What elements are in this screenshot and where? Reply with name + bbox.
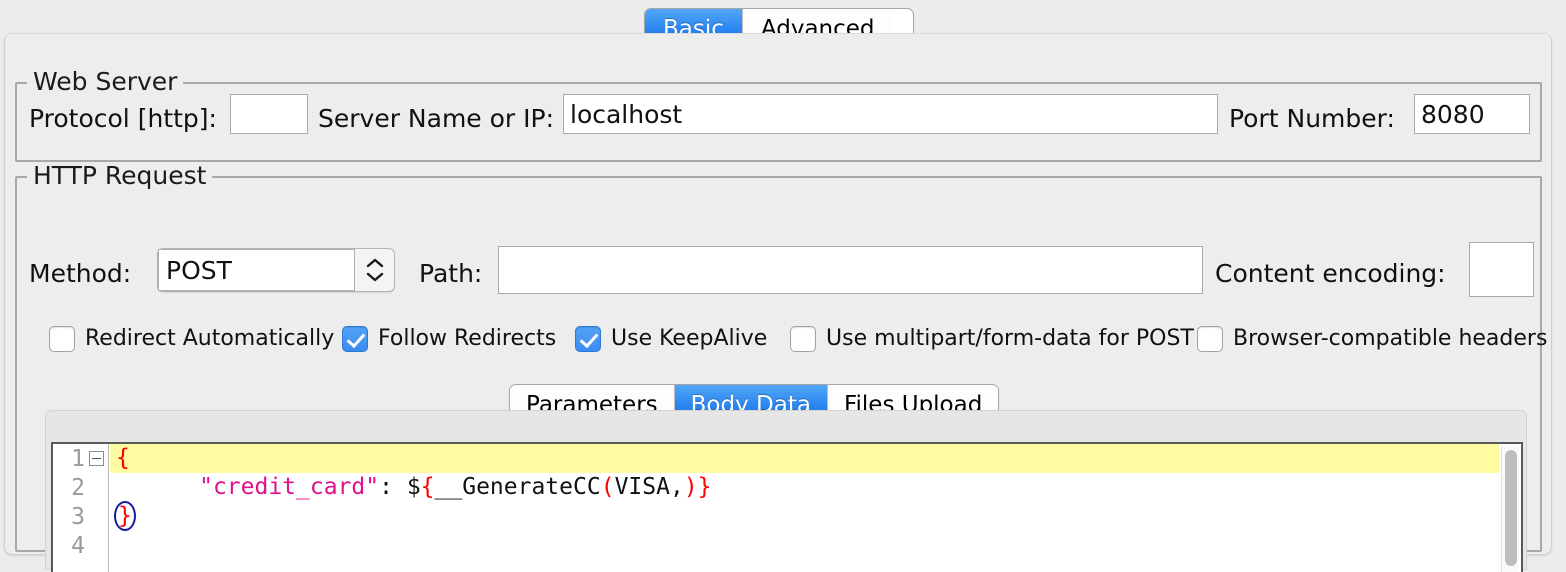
checkbox-label: Use KeepAlive (611, 326, 768, 351)
web-server-group: Web Server Protocol [http]: Server Name … (15, 68, 1542, 162)
checkbox-box[interactable] (342, 326, 368, 352)
chevron-up-icon (366, 258, 384, 268)
code-token-brace-close-matched: } (114, 501, 136, 531)
code-token-brace-open: { (116, 445, 130, 471)
code-token-dollar: $ (392, 474, 421, 500)
request-options-row: Redirect Automatically Follow Redirects … (5, 326, 1551, 360)
web-server-group-title: Web Server (27, 68, 184, 96)
code-token-key: "credit_card" (199, 474, 380, 500)
method-stepper[interactable] (360, 252, 390, 288)
code-line-3: } (110, 501, 1499, 531)
code-line-2: "credit_card": ${__GenerateCC(VISA,)} (110, 473, 1499, 502)
editor-vertical-scrollbar[interactable] (1501, 446, 1519, 572)
line-number: 4 (71, 532, 85, 559)
path-input[interactable] (498, 246, 1203, 294)
protocol-label: Protocol [http]: (29, 104, 217, 133)
method-value: POST (158, 249, 355, 291)
http-request-group-title: HTTP Request (27, 162, 213, 190)
port-number-label: Port Number: (1229, 104, 1395, 133)
code-token-paren-close: ) (683, 474, 698, 500)
code-token-expr-open: { (420, 474, 435, 500)
port-number-input[interactable]: 8080 (1414, 94, 1530, 134)
code-content[interactable]: { "credit_card": ${__GenerateCC(VISA,)} … (110, 444, 1499, 572)
content-encoding-input[interactable] (1469, 242, 1534, 297)
http-request-sampler-panel: Basic Advanced Web Server Protocol [http… (0, 0, 1566, 572)
code-token-function: __GenerateCC (434, 474, 601, 500)
line-number: 3 (71, 503, 85, 530)
code-fold-icon[interactable] (89, 451, 104, 466)
editor-scrollbar-thumb[interactable] (1505, 450, 1517, 566)
line-number: 2 (71, 474, 85, 501)
checkbox-box[interactable] (1197, 326, 1223, 352)
line-number-gutter: 1 2 3 4 (53, 444, 109, 572)
checkbox-label: Redirect Automatically (85, 326, 335, 351)
checkbox-follow-redirects[interactable]: Follow Redirects (342, 326, 556, 352)
checkbox-redirect-automatically[interactable]: Redirect Automatically (49, 326, 334, 352)
protocol-input[interactable] (230, 94, 308, 134)
code-token-paren-open: ( (600, 474, 615, 500)
path-label: Path: (419, 259, 483, 288)
checkbox-use-multipart-form-data[interactable]: Use multipart/form-data for POST (790, 326, 1194, 352)
body-data-editor-container: 1 2 3 4 { "credit_card": ${__GenerateCC(… (45, 410, 1527, 572)
checkbox-browser-compatible-headers[interactable]: Browser-compatible headers (1197, 326, 1547, 352)
checkbox-box[interactable] (790, 326, 816, 352)
checkbox-box[interactable] (49, 326, 75, 352)
code-token-expr-close: } (697, 474, 712, 500)
checkbox-label: Browser-compatible headers (1233, 326, 1548, 351)
checkbox-label: Follow Redirects (378, 326, 557, 351)
code-token-argument: VISA, (614, 474, 684, 500)
content-encoding-label: Content encoding: (1215, 259, 1446, 288)
method-combo[interactable]: POST (157, 248, 395, 292)
line-number: 1 (53, 444, 108, 473)
server-name-input[interactable]: localhost (563, 94, 1218, 134)
body-data-editor[interactable]: 1 2 3 4 { "credit_card": ${__GenerateCC(… (51, 442, 1523, 572)
line-number-text: 1 (71, 445, 85, 472)
checkbox-use-keepalive[interactable]: Use KeepAlive (575, 326, 767, 352)
checkbox-label: Use multipart/form-data for POST (826, 326, 1194, 351)
code-token-colon: : (379, 474, 393, 500)
chevron-down-icon (366, 272, 384, 282)
tab-content-panel: Web Server Protocol [http]: Server Name … (4, 33, 1552, 572)
code-line-1: { (110, 444, 1499, 473)
checkbox-box[interactable] (575, 326, 601, 352)
server-name-label: Server Name or IP: (318, 104, 555, 133)
method-label: Method: (29, 259, 132, 288)
